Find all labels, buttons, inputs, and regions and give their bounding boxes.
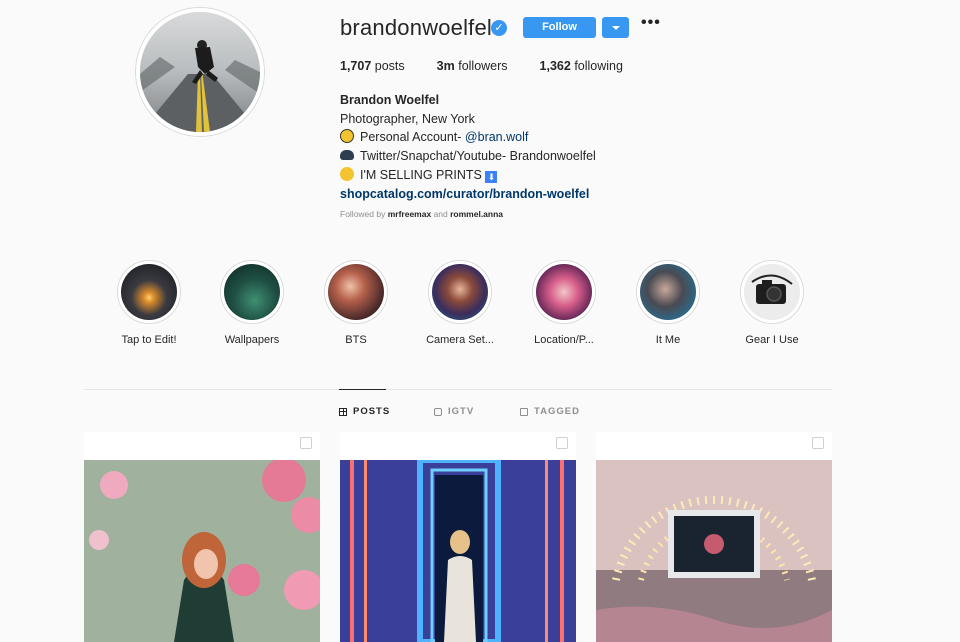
profile-avatar[interactable] — [140, 12, 260, 132]
followed-by[interactable]: Followed by mrfreemax and rommel.anna — [340, 209, 503, 219]
highlight-label: Location/P... — [534, 334, 594, 346]
followed-by-prefix: Followed by — [340, 209, 388, 219]
website-link[interactable]: shopcatalog.com/curator/brandon-woelfel — [340, 185, 740, 204]
followed-by-conj: and — [431, 209, 451, 219]
post-thumbnail[interactable] — [84, 432, 320, 642]
igtv-icon — [434, 407, 442, 416]
grid-icon — [339, 407, 347, 416]
highlight-ring — [324, 260, 388, 324]
profile-bio: Brandon Woelfel Photographer, New York P… — [340, 91, 740, 203]
bio-line-occupation: Photographer, New York — [340, 111, 475, 126]
highlight-label: Camera Set... — [426, 334, 494, 346]
following-count: 1,362 — [539, 59, 571, 73]
followers-label: followers — [458, 59, 508, 73]
story-highlight[interactable]: Camera Set... — [408, 260, 512, 346]
bio-prints-text: I'M SELLING PRINTS — [360, 167, 482, 182]
follow-button[interactable]: Follow — [523, 17, 596, 38]
post-thumbnail[interactable] — [340, 432, 576, 642]
tab-label: IGTV — [448, 406, 475, 417]
posts-count: 1,707 — [340, 59, 372, 73]
followed-by-user[interactable]: mrfreemax — [388, 209, 431, 219]
highlight-label: BTS — [345, 334, 367, 346]
tab-label: POSTS — [353, 406, 391, 417]
stat-following[interactable]: 1,362 following — [540, 59, 623, 73]
suggested-accounts-dropdown-button[interactable] — [602, 17, 629, 38]
sunglasses-emoji-icon — [340, 129, 354, 144]
highlight-ring — [220, 260, 284, 324]
story-highlight[interactable]: It Me — [616, 260, 720, 346]
bio-line-personal-account: Personal Account- @bran.wolf — [340, 128, 740, 147]
post-thumbnail[interactable] — [596, 432, 832, 642]
highlight-ring — [636, 260, 700, 324]
more-options-icon[interactable]: ••• — [641, 14, 661, 32]
select-checkbox[interactable] — [300, 437, 312, 449]
tag-icon — [520, 407, 528, 416]
followed-by-user[interactable]: rommel.anna — [450, 209, 503, 219]
post-image-rose-frame — [596, 460, 832, 642]
highlight-cover-bts — [328, 264, 384, 320]
bio-line-prints: I'M SELLING PRINTS ⬇ — [340, 166, 740, 185]
highlight-cover-wallpapers — [224, 264, 280, 320]
profile-photo — [140, 12, 260, 132]
tab-label: TAGGED — [534, 406, 580, 417]
story-highlight[interactable]: Wallpapers — [200, 260, 304, 346]
highlight-cover-location — [536, 264, 592, 320]
highlight-label: Gear I Use — [745, 334, 799, 346]
highlight-cover-lantern — [121, 264, 177, 320]
tab-tagged[interactable]: TAGGED — [520, 406, 580, 417]
select-checkbox[interactable] — [812, 437, 824, 449]
mention-link[interactable]: @bran.wolf — [465, 130, 528, 144]
username: brandonwoelfel — [340, 15, 493, 40]
story-highlight[interactable]: Tap to Edit! — [97, 260, 201, 346]
highlight-ring — [428, 260, 492, 324]
followers-count: 3m — [436, 59, 455, 73]
verified-badge-icon: ✓ — [491, 20, 507, 36]
bio-socials-text: Twitter/Snapchat/Youtube- Brandonwoelfel — [360, 149, 596, 164]
highlight-cover-gear — [744, 264, 800, 320]
profile-stats: 1,707 posts 3m followers 1,362 following — [340, 59, 655, 73]
stat-followers[interactable]: 3m followers — [437, 59, 508, 73]
cap-emoji-icon — [340, 150, 354, 161]
posts-label: posts — [374, 59, 405, 73]
tab-igtv[interactable]: IGTV — [434, 406, 474, 417]
story-highlight[interactable]: Gear I Use — [720, 260, 824, 346]
tab-posts[interactable]: POSTS — [339, 406, 390, 417]
highlight-label: It Me — [655, 334, 681, 346]
highlight-label: Wallpapers — [224, 334, 280, 346]
stat-posts: 1,707 posts — [340, 59, 405, 73]
select-checkbox[interactable] — [556, 437, 568, 449]
post-image-neon — [340, 460, 576, 642]
story-highlight[interactable]: Location/P... — [512, 260, 616, 346]
highlight-ring — [532, 260, 596, 324]
post-image-roses — [84, 460, 320, 642]
tabs-divider — [84, 389, 832, 390]
highlight-ring — [740, 260, 804, 324]
active-tab-indicator — [339, 389, 386, 390]
camera-icon — [751, 274, 793, 304]
story-highlight[interactable]: BTS — [304, 260, 408, 346]
bio-line-socials: Twitter/Snapchat/Youtube- Brandonwoelfel — [340, 147, 740, 166]
highlight-ring — [117, 260, 181, 324]
highlight-cover-camera-settings — [432, 264, 488, 320]
highlight-label: Tap to Edit! — [121, 334, 177, 346]
bio-line-prefix: Personal Account- — [360, 130, 465, 145]
pointing-emoji-icon — [340, 166, 354, 181]
full-name: Brandon Woelfel — [340, 93, 440, 107]
down-arrow-emoji-icon: ⬇ — [485, 170, 498, 183]
highlight-cover-it-me — [640, 264, 696, 320]
following-label: following — [574, 59, 623, 73]
